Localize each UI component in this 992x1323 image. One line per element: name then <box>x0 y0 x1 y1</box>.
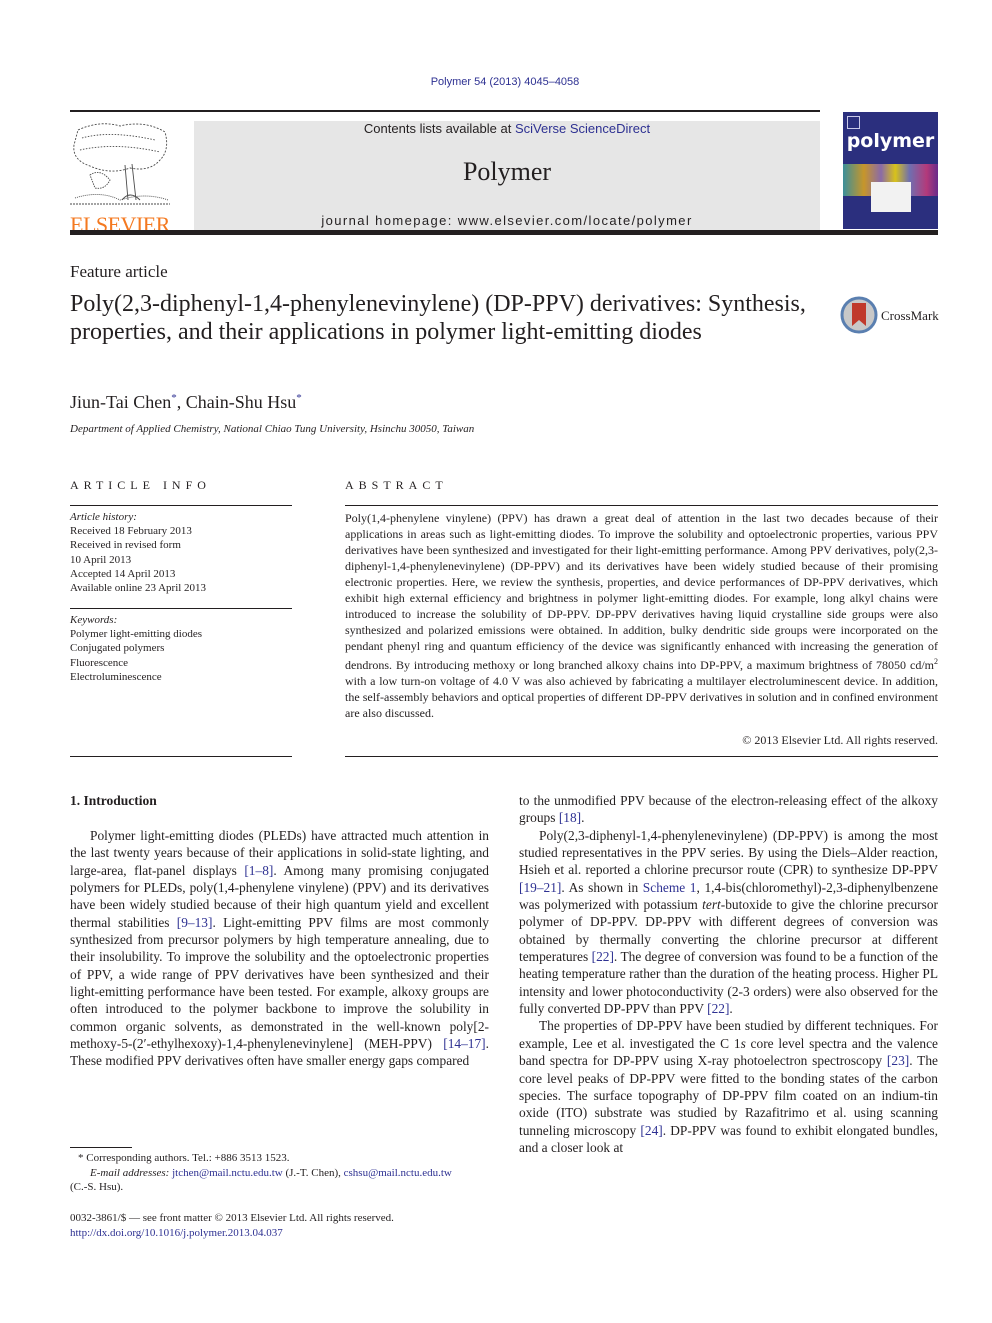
scheme-link[interactable]: Scheme 1 <box>643 880 697 895</box>
article-type: Feature article <box>70 262 168 281</box>
journal-citation[interactable]: Polymer 54 (2013) 4045–4058 <box>0 76 992 88</box>
corresponding-note: * Corresponding authors. Tel.: +886 3513… <box>78 1152 290 1164</box>
header-thick-rule <box>70 230 938 235</box>
corresponding-author-mark[interactable]: * <box>296 392 302 404</box>
divider <box>70 505 292 506</box>
author-name[interactable]: Chain-Shu Hsu <box>186 392 297 412</box>
crossmark-label: CrossMark <box>881 308 939 323</box>
paragraph: Poly(2,3-diphenyl-1,4-phenylenevinylene)… <box>519 827 938 1018</box>
footnote-rule <box>70 1147 132 1148</box>
reference-link[interactable]: [9–13] <box>177 915 213 930</box>
journal-header-band: Contents lists available at SciVerse Sci… <box>194 121 820 230</box>
paragraph: The properties of DP-PPV have been studi… <box>519 1017 938 1156</box>
divider <box>70 756 292 757</box>
keyword: Electroluminescence <box>70 670 162 683</box>
elsevier-tree-icon <box>70 123 170 205</box>
body-column-left: Polymer light-emitting diodes (PLEDs) ha… <box>70 827 489 1070</box>
reference-link[interactable]: [22] <box>592 949 614 964</box>
keyword: Conjugated polymers <box>70 642 165 655</box>
issn-line: 0032-3861/$ — see front matter © 2013 El… <box>70 1212 394 1224</box>
email-owner: (C.-S. Hsu). <box>70 1181 124 1193</box>
divider <box>345 756 938 757</box>
article-title: Poly(2,3-diphenyl-1,4-phenylenevinylene)… <box>70 291 806 345</box>
paragraph: Polymer light-emitting diodes (PLEDs) ha… <box>70 827 489 1070</box>
email-owner: (J.-T. Chen), <box>282 1166 344 1179</box>
text: . <box>581 810 585 826</box>
abstract-part: Poly(1,4-phenylene vinylene) (PPV) has d… <box>345 511 938 672</box>
section-heading-introduction: 1. Introduction <box>70 793 157 808</box>
reference-link[interactable]: [14–17] <box>443 1036 485 1051</box>
abstract-text: Poly(1,4-phenylene vinylene) (PPV) has d… <box>345 510 938 721</box>
email-link[interactable]: jtchen@mail.nctu.edu.tw <box>172 1167 283 1179</box>
email-label: E-mail addresses: <box>90 1166 173 1179</box>
header-rule <box>70 110 820 112</box>
history-item: Received in revised form <box>70 539 181 552</box>
citation-link[interactable]: Polymer 54 (2013) 4045–4058 <box>431 76 580 88</box>
journal-cover-thumbnail[interactable]: polymer <box>843 112 938 229</box>
divider <box>70 608 292 609</box>
cover-logo-icon <box>847 116 860 129</box>
history-item: 10 April 2013 <box>70 553 132 566</box>
crossmark-icon <box>840 296 878 334</box>
contents-line: Contents lists available at SciVerse Sci… <box>194 121 820 136</box>
text: . As shown in <box>561 879 643 895</box>
article-info-heading: ARTICLE INFO <box>70 478 211 492</box>
reference-link[interactable]: [23] <box>887 1053 909 1068</box>
divider <box>345 505 938 506</box>
footnote-corresponding: * Corresponding authors. Tel.: +886 3513… <box>70 1151 490 1195</box>
crossmark-badge[interactable]: CrossMark <box>840 296 950 336</box>
reference-link[interactable]: [19–21] <box>519 880 561 895</box>
journal-name: Polymer <box>462 157 552 186</box>
superscript: 2 <box>934 657 938 666</box>
front-matter-note: 0032-3861/$ — see front matter © 2013 El… <box>70 1211 490 1240</box>
affiliation: Department of Applied Chemistry, Nationa… <box>70 423 475 435</box>
paragraph: to the unmodified PPV because of the ele… <box>519 792 938 827</box>
cover-figure <box>871 182 911 212</box>
text: . <box>729 1001 733 1017</box>
author-name[interactable]: Jiun-Tai Chen <box>70 392 171 412</box>
article-history: Article history: Received 18 February 20… <box>70 510 292 595</box>
journal-homepage[interactable]: journal homepage: www.elsevier.com/locat… <box>194 213 820 228</box>
reference-link[interactable]: [1–8] <box>244 863 273 878</box>
history-item: Accepted 14 April 2013 <box>70 567 176 580</box>
body-column-right: to the unmodified PPV because of the ele… <box>519 792 938 1156</box>
email-link[interactable]: cshsu@mail.nctu.edu.tw <box>344 1167 452 1179</box>
author-separator: , <box>176 392 186 412</box>
keyword: Fluorescence <box>70 656 129 669</box>
history-label: Article history: <box>70 511 137 523</box>
abstract-copyright: © 2013 Elsevier Ltd. All rights reserved… <box>742 733 938 747</box>
abstract-part: with a low turn-on voltage of 4.0 V was … <box>345 674 938 720</box>
text: . Light-emitting PPV films are most comm… <box>70 914 489 1052</box>
keywords-label: Keywords: <box>70 614 118 626</box>
elsevier-logo[interactable]: ELSEVIER <box>70 120 180 237</box>
reference-link[interactable]: [24] <box>640 1123 662 1138</box>
contents-prefix: Contents lists available at <box>363 121 515 136</box>
history-item: Available online 23 April 2013 <box>70 582 207 595</box>
doi-link[interactable]: http://dx.doi.org/10.1016/j.polymer.2013… <box>70 1227 283 1239</box>
italic-text: tert <box>702 897 721 913</box>
reference-link[interactable]: [22] <box>707 1001 729 1016</box>
abstract-heading: ABSTRACT <box>345 478 448 492</box>
sciencedirect-link[interactable]: SciVerse ScienceDirect <box>515 121 650 136</box>
keyword: Polymer light-emitting diodes <box>70 628 202 641</box>
email-line: E-mail addresses: jtchen@mail.nctu.edu.t… <box>70 1166 490 1181</box>
reference-link[interactable]: [18] <box>559 810 581 825</box>
cover-title: polymer <box>846 130 935 152</box>
keywords: Keywords: Polymer light-emitting diodes … <box>70 613 292 684</box>
text: Poly(2,3-diphenyl-1,4-phenylenevinylene)… <box>519 827 938 878</box>
history-item: Received 18 February 2013 <box>70 525 192 538</box>
author-list: Jiun-Tai Chen*, Chain-Shu Hsu* <box>70 392 302 413</box>
